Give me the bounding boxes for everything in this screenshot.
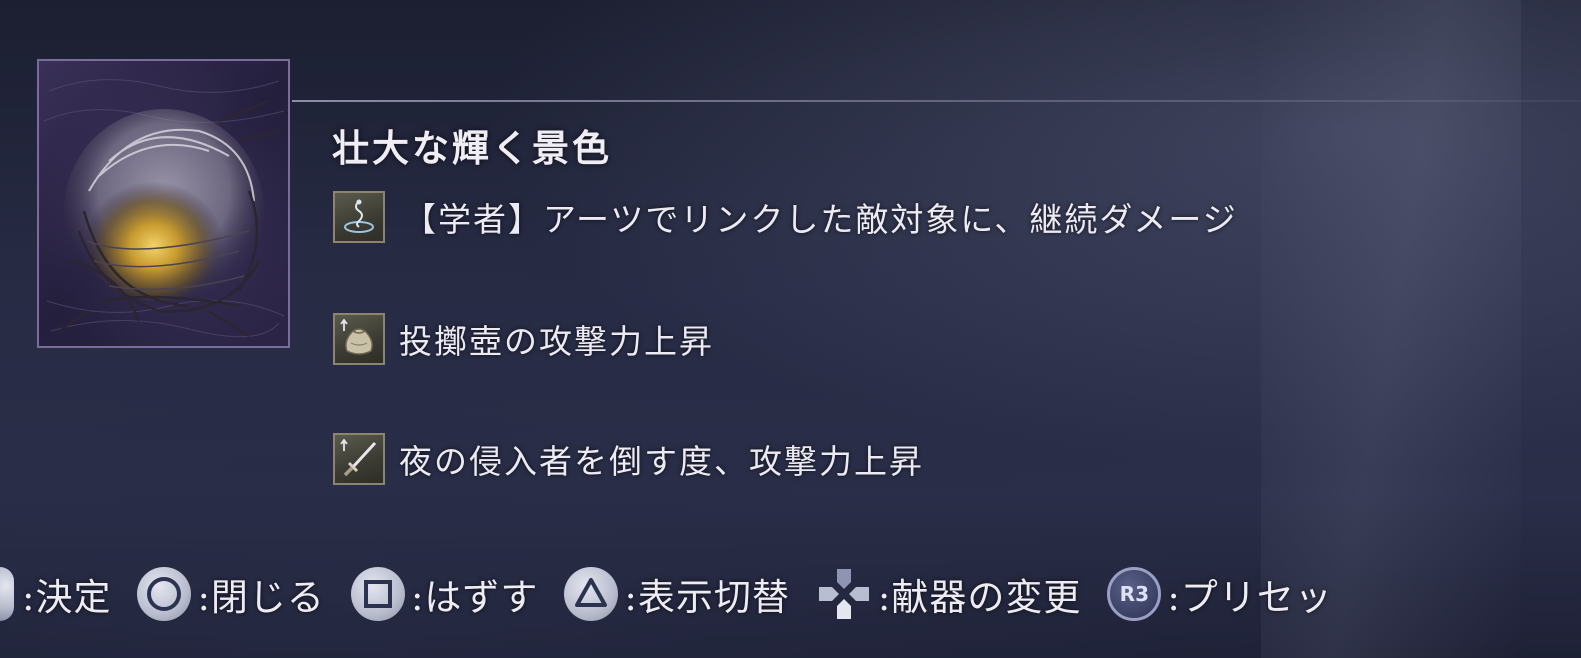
cross-button-icon — [0, 567, 14, 621]
hint-label: :閉じる — [197, 576, 325, 619]
triangle-button-icon — [564, 567, 619, 621]
effect-text: 夜の侵入者を倒す度、攻撃力上昇 — [399, 442, 924, 481]
hint-toggle-display[interactable]: :表示切替 — [564, 567, 789, 621]
throwing-pot-attack-up-icon — [333, 313, 385, 365]
hint-preset[interactable]: R3 :プリセッ — [1107, 567, 1332, 621]
item-portrait[interactable] — [37, 59, 290, 348]
r3-label: R3 — [1119, 582, 1149, 606]
sunrise-nest-icon — [43, 79, 285, 338]
hint-label: :プリセッ — [1167, 576, 1333, 619]
effect-row: 【学者】アーツでリンクした敵対象に、継続ダメージ — [333, 191, 1238, 243]
hint-close[interactable]: :閉じる — [137, 567, 324, 621]
hint-label: :献器の変更 — [877, 576, 1082, 619]
square-button-icon — [350, 567, 405, 621]
hint-label: :決定 — [22, 576, 112, 619]
item-name: 壮大な輝く景色 — [332, 126, 612, 170]
hint-label: :はずす — [410, 576, 539, 619]
effect-text: 【学者】アーツでリンクした敵対象に、継続ダメージ — [403, 200, 1238, 239]
background-light-streak — [1261, 0, 1521, 658]
hint-unequip[interactable]: :はずす — [350, 567, 539, 621]
sword-attack-up-icon — [333, 433, 385, 485]
scholar-arts-icon — [333, 191, 385, 243]
hint-confirm[interactable]: :決定 — [0, 567, 111, 621]
circle-button-icon — [137, 567, 192, 621]
effect-row: 夜の侵入者を倒す度、攻撃力上昇 — [333, 433, 924, 485]
button-hint-bar: :決定 :閉じる :はずす :表示切替 :献器の変更 R3:プリセッ — [0, 563, 1359, 625]
r3-button-icon: R3 — [1107, 567, 1162, 621]
header-divider — [292, 100, 1581, 102]
effect-text: 投擲壺の攻撃力上昇 — [399, 322, 714, 361]
hint-change-vessel[interactable]: :献器の変更 — [816, 566, 1081, 622]
hint-label: :表示切替 — [624, 576, 790, 619]
dpad-icon — [816, 566, 872, 622]
effect-row: 投擲壺の攻撃力上昇 — [333, 313, 714, 365]
